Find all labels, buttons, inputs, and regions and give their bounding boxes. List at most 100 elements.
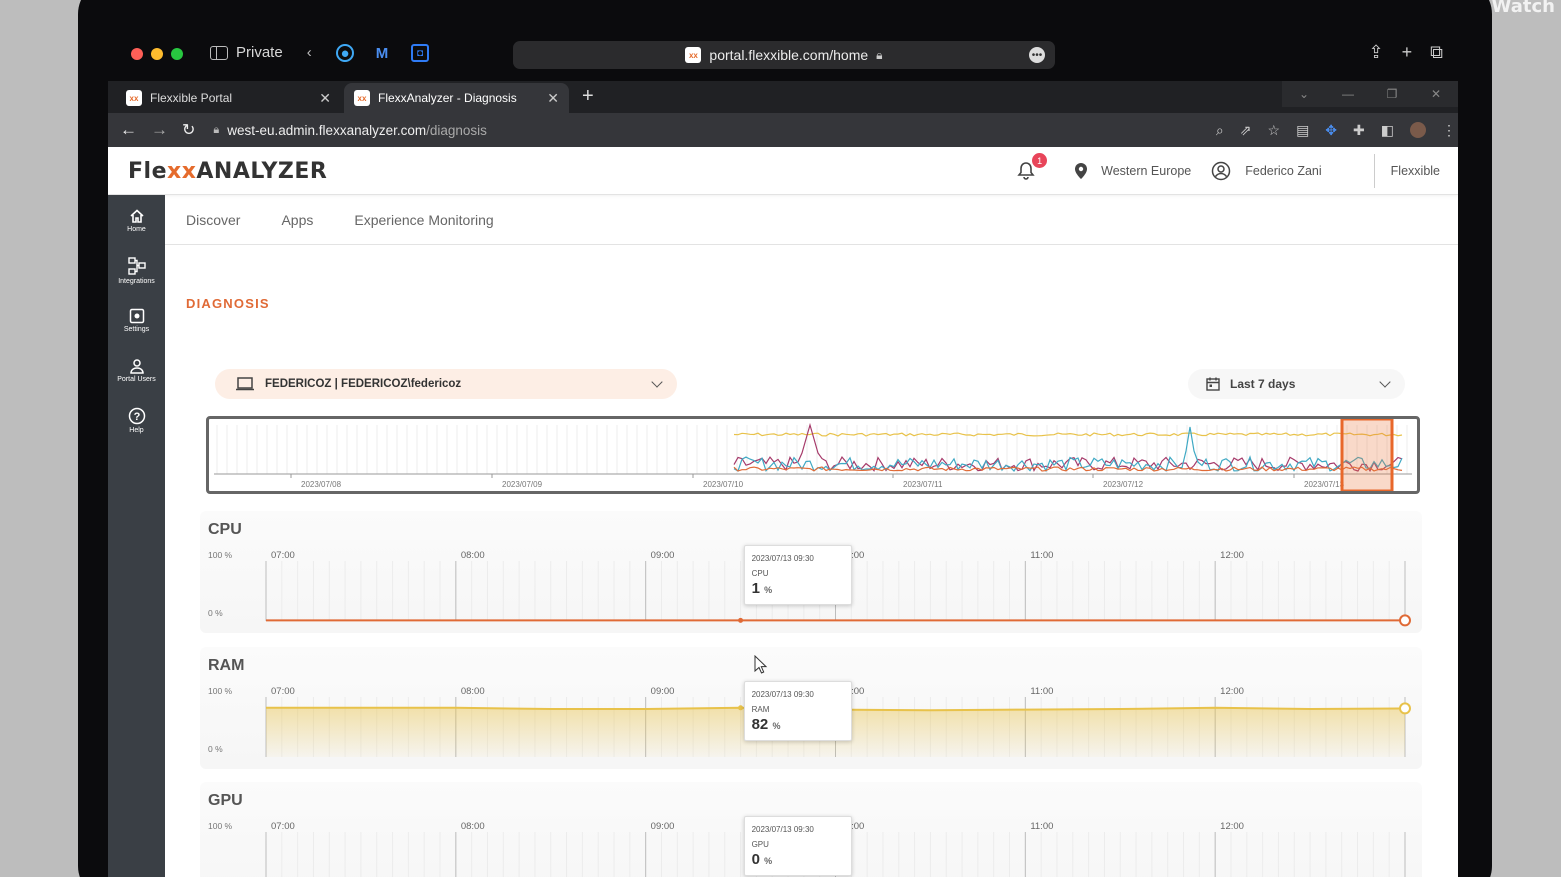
zoom-window-button[interactable] [171, 48, 183, 60]
top-subnav: Discover Apps Experience Monitoring [165, 195, 1458, 245]
new-tab-icon[interactable]: + [1402, 42, 1413, 63]
extensions-puzzle-icon[interactable]: ✚ [1353, 122, 1365, 139]
tab-label: FlexxAnalyzer - Diagnosis [378, 91, 517, 105]
date-range-selector[interactable]: Last 7 days [1188, 369, 1405, 399]
tab-favicon-icon: xx [354, 90, 370, 106]
overview-selection-window[interactable] [1340, 419, 1394, 491]
safari-address-bar[interactable]: xx portal.flexxible.com/home 🔒︎ ••• [513, 41, 1055, 69]
header-divider [1373, 154, 1375, 188]
user-menu[interactable]: Federico Zani [1245, 164, 1321, 178]
tab-flexxible-portal[interactable]: xx Flexxible Portal ✕ [116, 83, 341, 113]
close-tab-icon[interactable]: ✕ [547, 90, 559, 107]
share-icon[interactable]: ⇗ [1240, 122, 1252, 139]
back-chevron-icon[interactable]: ‹ [307, 44, 312, 61]
x-tick-label: 08:00 [460, 686, 485, 697]
tooltip-time: 2023/07/13 09:30 [751, 825, 814, 834]
x-tick-label: 09:00 [650, 550, 675, 561]
address-bar[interactable]: west-eu.admin.flexxanalyzer.com/diagnosi… [227, 123, 487, 138]
notifications-button[interactable]: 1 [1015, 153, 1048, 182]
side-panel-icon[interactable]: ◧ [1381, 122, 1394, 139]
cpu-section: CPU 100 % 0 % 07:00 08:00 09:00 10:00 11:00 12:0… [200, 511, 1422, 633]
address-path: /diagnosis [426, 122, 487, 138]
sidebar-icon[interactable] [210, 45, 228, 60]
x-tick-label: 07:00 [271, 550, 295, 561]
laptop-icon [236, 377, 254, 391]
overview-chart[interactable]: 2023/07/08 2023/07/09 2023/07/10 2023/07/11… [209, 419, 1417, 491]
x-tick-label: 07:00 [271, 686, 295, 697]
chart-tooltip: 2023/07/13 09:30 RAM 82 % [743, 681, 852, 741]
location-pin-icon [1075, 163, 1088, 179]
extension-blue-icon[interactable]: ✥ [1325, 122, 1337, 139]
extension-1-icon[interactable]: ● [336, 44, 354, 62]
nav-item-help[interactable]: ? Help [108, 395, 165, 445]
hover-point-marker[interactable] [738, 617, 744, 623]
page-title: DIAGNOSIS [186, 296, 270, 311]
chrome-toolbar: ← → ↻ 🔒︎ west-eu.admin.flexxanalyzer.com… [108, 113, 1458, 147]
overview-tick-label: 2023/07/10 [703, 480, 744, 489]
notification-badge: 1 [1032, 153, 1048, 168]
tab-search-icon[interactable]: ⌄ [1282, 81, 1326, 107]
profile-avatar[interactable] [1410, 121, 1426, 138]
minimize-window-button[interactable] [151, 48, 163, 60]
nav-item-portal-users[interactable]: Portal Users [108, 345, 165, 395]
tooltip-time: 2023/07/13 09:30 [751, 690, 814, 699]
last-point-marker[interactable] [1399, 614, 1411, 627]
tab-label: Flexxible Portal [150, 91, 233, 105]
menu-icon[interactable]: ⋮ [1442, 122, 1456, 139]
bookmark-star-icon[interactable]: ☆ [1268, 122, 1281, 139]
forward-arrow-icon[interactable]: → [151, 120, 168, 140]
close-window-button[interactable] [131, 48, 143, 60]
extension-3-icon[interactable]: ◘ [411, 44, 429, 62]
safari-toolbar: Private ‹ ● M ◘ xx portal.flexxible.com/… [108, 30, 1458, 80]
tooltip-unit: % [772, 721, 781, 731]
subnav-discover[interactable]: Discover [186, 212, 240, 228]
flexxanalyzer-app: FlexxANALYZER 1 Western Europe Federico … [108, 147, 1458, 877]
new-tab-button[interactable]: + [582, 85, 594, 108]
integrations-icon [127, 256, 146, 275]
hover-point-marker[interactable] [738, 705, 744, 711]
private-indicator[interactable]: Private ‹ [210, 44, 312, 61]
chevron-down-icon [1379, 376, 1391, 388]
x-tick-label: 08:00 [460, 550, 485, 561]
share-icon[interactable]: ⇪ [1369, 42, 1384, 63]
more-icon[interactable]: ••• [1029, 47, 1045, 63]
gpu-section: GPU 100 % 07:00 08:00 09:00 10:00 11:00 12:00 20… [200, 782, 1422, 877]
x-tick-label: 12:00 [1220, 821, 1244, 832]
minimize-icon[interactable]: — [1326, 81, 1370, 107]
tooltip-value: 0 % [751, 851, 773, 868]
watermark-text: Watch [1491, 0, 1555, 17]
overview-tick-label: 2023/07/09 [502, 480, 543, 489]
ram-section: RAM 100 % 0 % 07:00 08:00 09:00 10:00 11:00 12:0… [200, 647, 1422, 769]
close-icon[interactable]: ✕ [1414, 81, 1458, 107]
user-circle-icon [1211, 161, 1231, 181]
home-icon [129, 208, 144, 223]
extension-2-icon[interactable]: M [373, 44, 391, 62]
nav-item-integrations[interactable]: Integrations [108, 245, 165, 295]
device-selector[interactable]: FEDERICOZ | FEDERICOZ\federicoz [215, 369, 677, 399]
app-header: FlexxANALYZER 1 Western Europe Federico … [108, 147, 1458, 195]
x-tick-label: 09:00 [650, 686, 675, 697]
flexxanalyzer-logo[interactable]: FlexxANALYZER [128, 159, 327, 184]
nav-item-home[interactable]: Home [108, 195, 165, 245]
back-arrow-icon[interactable]: ← [120, 120, 137, 140]
region-selector[interactable]: Western Europe [1101, 164, 1191, 178]
reload-icon[interactable]: ↻ [182, 120, 195, 140]
settings-icon [129, 308, 144, 323]
nav-item-settings[interactable]: Settings [108, 295, 165, 345]
x-tick-label: 08:00 [460, 821, 485, 832]
tab-flexxanalyzer-diagnosis[interactable]: xx FlexxAnalyzer - Diagnosis ✕ [344, 83, 569, 113]
x-tick-label: 11:00 [1030, 686, 1054, 697]
x-tick-label: 12:00 [1220, 686, 1244, 697]
org-selector[interactable]: Flexxible [1391, 164, 1440, 178]
restore-icon[interactable]: ❐ [1370, 81, 1414, 107]
subnav-apps[interactable]: Apps [281, 212, 313, 228]
lock-icon: 🔒︎ [876, 47, 883, 62]
close-tab-icon[interactable]: ✕ [319, 90, 331, 107]
last-point-marker[interactable] [1399, 702, 1411, 715]
zoom-icon[interactable]: ⌕ [1216, 122, 1224, 139]
address-host: west-eu.admin.flexxanalyzer.com [227, 122, 427, 138]
extension-printer-icon[interactable]: ▤ [1296, 122, 1309, 139]
subnav-experience-monitoring[interactable]: Experience Monitoring [354, 212, 493, 228]
tab-overview-icon[interactable]: ⧉ [1430, 42, 1443, 63]
timeline-overview[interactable]: 2023/07/08 2023/07/09 2023/07/10 2023/07/11… [206, 416, 1420, 494]
